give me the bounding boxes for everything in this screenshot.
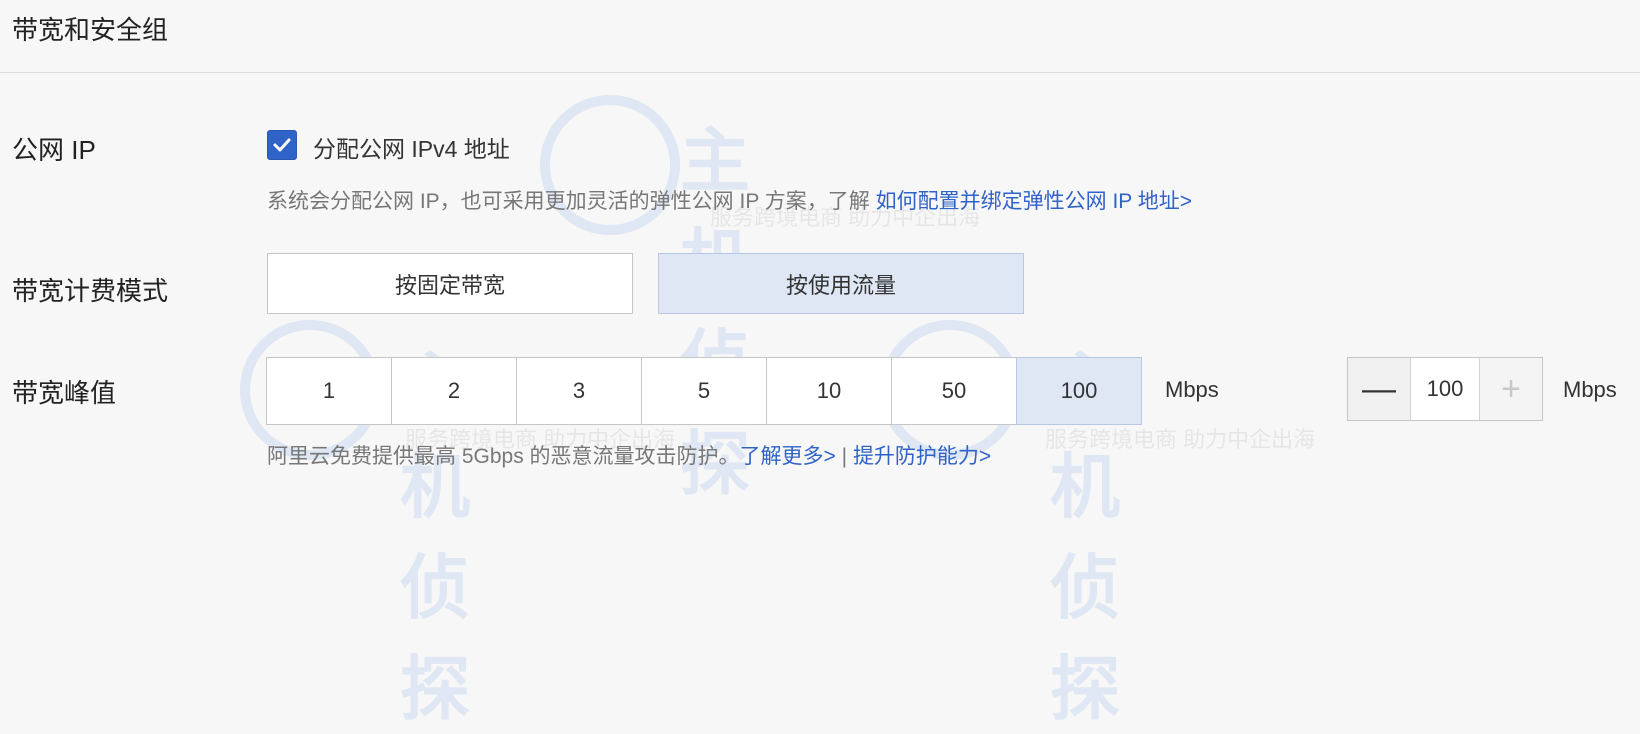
assign-ipv4-label[interactable]: 分配公网 IPv4 地址 (313, 130, 510, 164)
bandwidth-peak-label: 带宽峰值 (12, 378, 117, 408)
public-ip-hint-text: 系统会分配公网 IP，也可采用更加灵活的弹性公网 IP 方案，了解 (267, 190, 876, 213)
billing-mode-label: 带宽计费模式 (12, 276, 169, 306)
decrement-button[interactable]: — (1348, 358, 1411, 420)
bandwidth-option-100[interactable]: 100 (1016, 357, 1142, 425)
bandwidth-option-10[interactable]: 10 (766, 357, 892, 425)
bandwidth-hint-text: 阿里云免费提供最高 5Gbps 的恶意流量攻击防护。 (267, 445, 740, 468)
watermark-slogan: 服务跨境电商 助力中企出海 (1045, 427, 1316, 452)
learn-more-link[interactable]: 了解更多> (740, 445, 836, 468)
section-title: 带宽和安全组 (12, 15, 169, 45)
link-separator: | (835, 445, 853, 468)
bandwidth-option-1[interactable]: 1 (266, 357, 392, 425)
eip-config-link[interactable]: 如何配置并绑定弹性公网 IP 地址> (876, 190, 1192, 213)
bandwidth-option-50[interactable]: 50 (891, 357, 1017, 425)
bandwidth-stepper: — 100 + (1347, 357, 1543, 421)
bandwidth-option-3[interactable]: 3 (516, 357, 642, 425)
improve-protection-link[interactable]: 提升防护能力> (853, 445, 991, 468)
public-ip-label: 公网 IP (12, 135, 96, 165)
bandwidth-unit: Mbps (1165, 377, 1219, 402)
divider (0, 72, 1640, 73)
billing-fixed-bandwidth-button[interactable]: 按固定带宽 (267, 253, 633, 314)
public-ip-hint: 系统会分配公网 IP，也可采用更加灵活的弹性公网 IP 方案，了解 如何配置并绑… (267, 185, 1192, 215)
bandwidth-option-5[interactable]: 5 (641, 357, 767, 425)
check-icon (273, 138, 291, 152)
assign-ipv4-checkbox[interactable] (267, 130, 297, 160)
increment-button[interactable]: + (1479, 358, 1542, 420)
bandwidth-option-2[interactable]: 2 (391, 357, 517, 425)
stepper-unit: Mbps (1563, 377, 1617, 402)
bandwidth-stepper-value[interactable]: 100 (1411, 358, 1479, 420)
billing-pay-by-traffic-button[interactable]: 按使用流量 (658, 253, 1024, 314)
bandwidth-hint: 阿里云免费提供最高 5Gbps 的恶意流量攻击防护。了解更多> | 提升防护能力… (267, 440, 991, 470)
bandwidth-options: 1 2 3 5 10 50 100 (266, 357, 1142, 425)
